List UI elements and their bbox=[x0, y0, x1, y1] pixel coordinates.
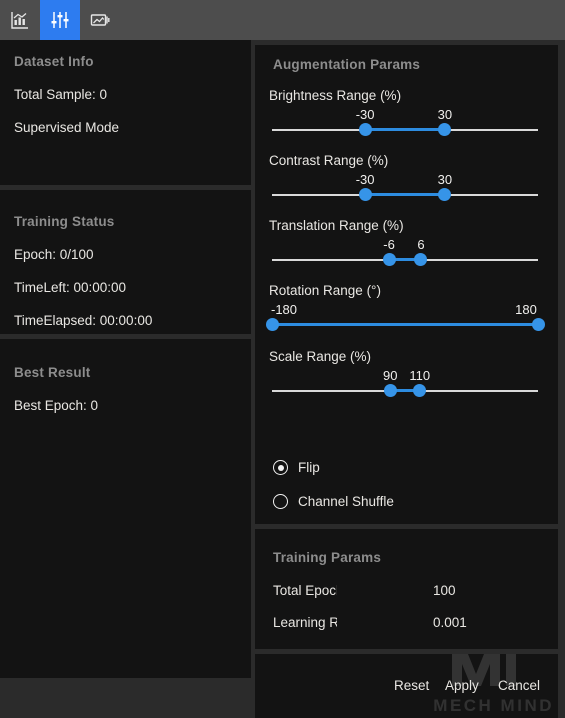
best-epoch: Best Epoch: 0 bbox=[14, 398, 99, 413]
scale-range-slider[interactable]: 90 110 bbox=[272, 368, 538, 398]
training-status-title: Training Status bbox=[14, 214, 115, 229]
augmentation-params-title: Augmentation Params bbox=[273, 57, 421, 72]
panel-dataset-info: Dataset Info Total Sample: 0 Supervised … bbox=[0, 40, 251, 185]
slider-handle-min[interactable] bbox=[383, 384, 397, 397]
slider-min-value: -6 bbox=[383, 237, 395, 252]
rotation-range-label: Rotation Range (°) bbox=[269, 283, 381, 298]
cancel-button[interactable]: Cancel bbox=[498, 678, 540, 693]
dataset-total-sample: Total Sample: 0 bbox=[14, 87, 108, 102]
panel-training-status: Training Status Epoch: 0/100 TimeLeft: 0… bbox=[0, 190, 251, 334]
slider-max-value: 6 bbox=[417, 237, 425, 252]
left-column: Dataset Info Total Sample: 0 Supervised … bbox=[0, 40, 251, 678]
top-toolbar bbox=[0, 0, 565, 40]
toolbar-button-sliders[interactable] bbox=[40, 0, 80, 40]
radio-flip-icon[interactable] bbox=[273, 460, 288, 475]
option-flip[interactable]: Flip bbox=[273, 460, 320, 475]
watermark-text: MECH MIND bbox=[433, 696, 554, 715]
slider-handle-max[interactable] bbox=[413, 384, 427, 397]
best-result-title: Best Result bbox=[14, 365, 91, 380]
contrast-range-slider[interactable]: -30 30 bbox=[272, 172, 538, 202]
training-epoch: Epoch: 0/100 bbox=[14, 247, 94, 262]
toolbar-button-image[interactable] bbox=[80, 0, 120, 40]
image-icon bbox=[89, 9, 111, 31]
option-flip-label: Flip bbox=[298, 460, 320, 475]
learning-rate-value[interactable]: 0.001 bbox=[433, 615, 467, 630]
training-params-title: Training Params bbox=[273, 550, 382, 565]
option-channel-shuffle[interactable]: Channel Shuffle bbox=[273, 494, 394, 509]
slider-fill bbox=[365, 193, 445, 196]
panel-best-result: Best Result Best Epoch: 0 bbox=[0, 339, 251, 678]
slider-handle-min[interactable] bbox=[382, 253, 396, 266]
slider-handle-min[interactable] bbox=[358, 123, 372, 136]
slider-min-value: -30 bbox=[355, 107, 375, 122]
panel-training-params: Training Params Total Epochs 100 Learnin… bbox=[255, 529, 558, 649]
slider-handle-max[interactable] bbox=[414, 253, 428, 266]
toolbar-button-chart[interactable] bbox=[0, 0, 40, 40]
dataset-info-title: Dataset Info bbox=[14, 54, 94, 69]
slider-min-value: -180 bbox=[270, 302, 298, 317]
slider-max-value: 180 bbox=[515, 302, 537, 317]
scale-range-label: Scale Range (%) bbox=[269, 349, 372, 364]
slider-min-value: -30 bbox=[355, 172, 375, 187]
slider-fill bbox=[272, 323, 538, 326]
slider-handle-min[interactable] bbox=[358, 188, 372, 201]
dataset-supervised-mode: Supervised Mode bbox=[14, 120, 120, 135]
training-time-elapsed: TimeElapsed: 00:00:00 bbox=[14, 313, 153, 328]
slider-handle-max[interactable] bbox=[438, 188, 452, 201]
brightness-range-label: Brightness Range (%) bbox=[269, 88, 402, 103]
rotation-range-slider[interactable]: -180 180 bbox=[265, 302, 545, 332]
total-epochs-label: Total Epochs bbox=[273, 583, 337, 598]
chart-icon bbox=[9, 9, 31, 31]
translation-range-slider[interactable]: -6 6 bbox=[272, 237, 538, 267]
contrast-range-label: Contrast Range (%) bbox=[269, 153, 389, 168]
slider-fill bbox=[365, 128, 445, 131]
panel-actions: Reset Apply Cancel MECH MIND bbox=[255, 654, 558, 718]
right-column: Augmentation Params Brightness Range (%)… bbox=[255, 40, 558, 718]
slider-handle-max[interactable] bbox=[438, 123, 452, 136]
sliders-icon bbox=[49, 9, 71, 31]
slider-handle-max[interactable] bbox=[531, 318, 545, 331]
brightness-range-slider[interactable]: -30 30 bbox=[272, 107, 538, 137]
option-channel-shuffle-label: Channel Shuffle bbox=[298, 494, 394, 509]
learning-rate-label: Learning Rate bbox=[273, 615, 337, 630]
workspace: Dataset Info Total Sample: 0 Supervised … bbox=[0, 40, 565, 718]
training-time-left: TimeLeft: 00:00:00 bbox=[14, 280, 127, 295]
slider-max-value: 110 bbox=[409, 368, 431, 383]
slider-max-value: 30 bbox=[437, 107, 453, 122]
radio-channel-shuffle-icon[interactable] bbox=[273, 494, 288, 509]
reset-button[interactable]: Reset bbox=[394, 678, 429, 693]
slider-handle-min[interactable] bbox=[265, 318, 279, 331]
slider-min-value: 90 bbox=[382, 368, 398, 383]
translation-range-label: Translation Range (%) bbox=[269, 218, 404, 233]
apply-button[interactable]: Apply bbox=[445, 678, 479, 693]
panel-augmentation-params: Augmentation Params Brightness Range (%)… bbox=[255, 45, 558, 524]
total-epochs-value[interactable]: 100 bbox=[433, 583, 456, 598]
slider-max-value: 30 bbox=[437, 172, 453, 187]
